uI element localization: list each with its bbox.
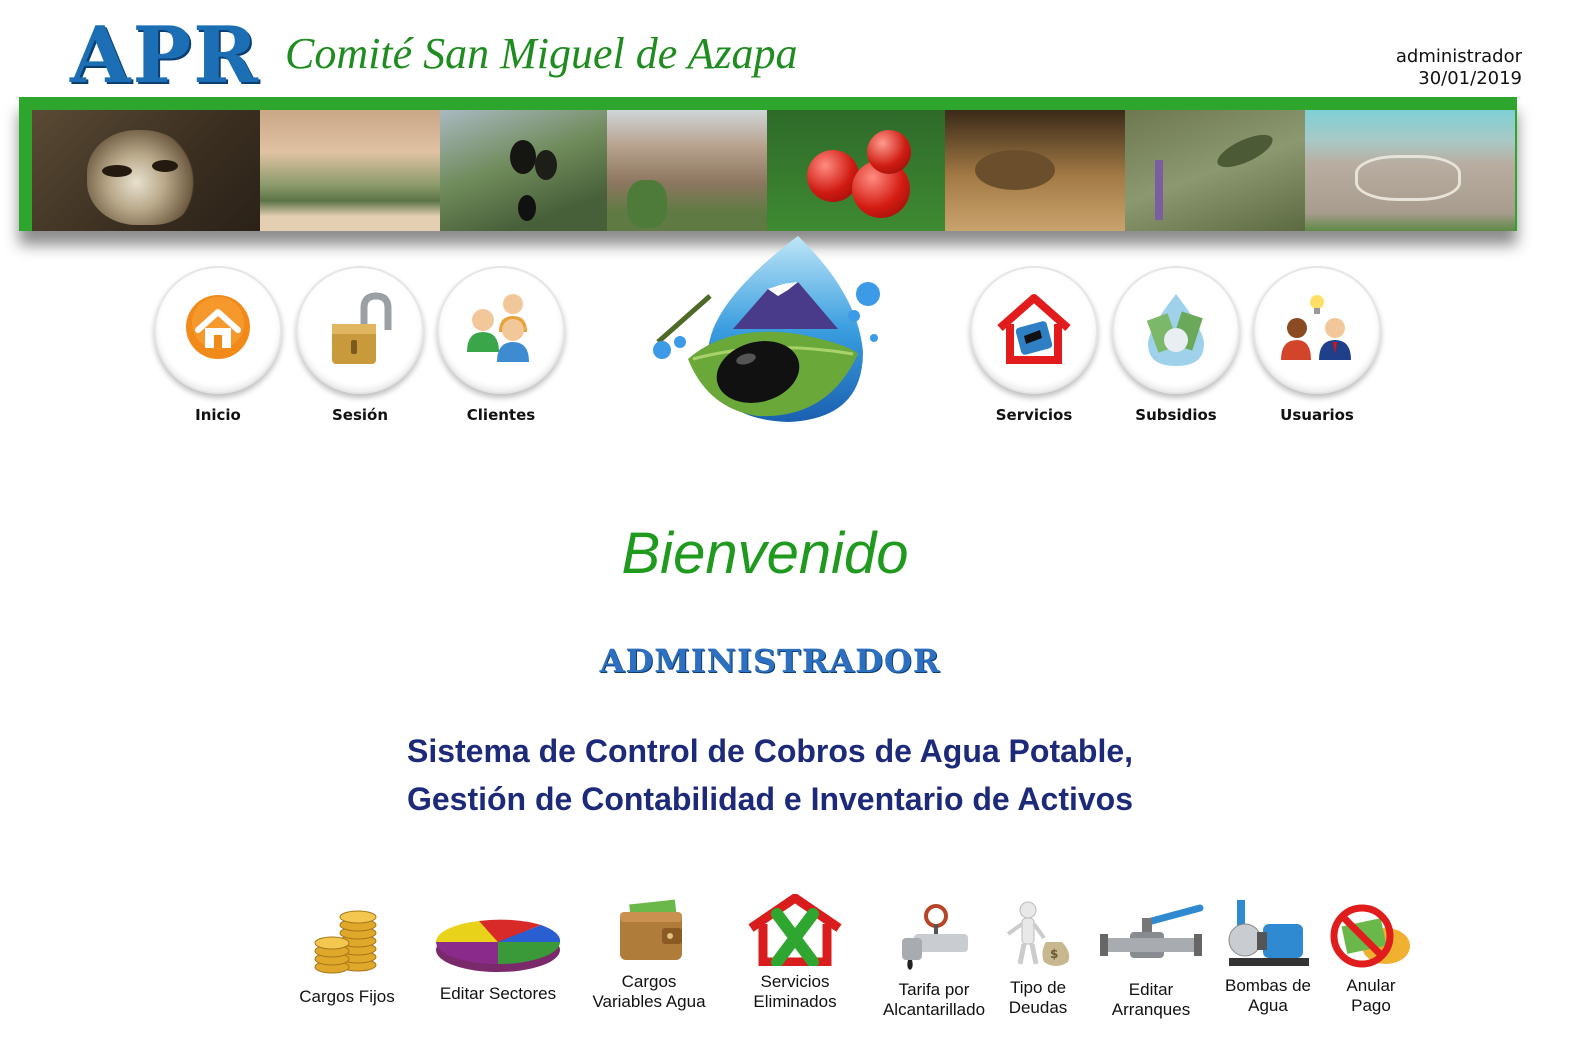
tool-tarifa-alcantarillado-text: Tarifa por Alcantarillado xyxy=(882,980,986,1019)
tool-editar-arranques-text: Editar Arranques xyxy=(1111,980,1191,1019)
hummingbird-photo xyxy=(1125,110,1305,231)
tool-servicios-eliminados-label: Servicios Eliminados xyxy=(740,972,850,1012)
nav-usuarios-circle[interactable] xyxy=(1253,266,1381,394)
home-icon xyxy=(186,295,250,359)
tool-bombas-agua-text: Bombas de Agua xyxy=(1225,976,1311,1015)
coins-icon xyxy=(314,910,377,974)
welcome-heading: Bienvenido xyxy=(621,521,909,586)
tomatoes-photo xyxy=(767,110,945,231)
tool-servicios-eliminados-text: Servicios Eliminados xyxy=(753,972,837,1011)
nav-servicios[interactable]: Servicios xyxy=(964,266,1104,424)
tool-anular-pago[interactable]: Anular Pago xyxy=(1324,900,1418,1016)
valley-photo xyxy=(260,110,440,231)
user-info: administrador 30/01/2019 xyxy=(1396,46,1522,90)
current-date: 30/01/2019 xyxy=(1418,68,1522,89)
tool-cargos-variables[interactable]: Cargos Variables Agua xyxy=(582,896,716,1012)
tool-editar-arranques[interactable]: Editar Arranques xyxy=(1096,904,1206,1020)
nav-subsidios-label: Subsidios xyxy=(1135,406,1217,424)
tool-editar-arranques-label: Editar Arranques xyxy=(1096,980,1206,1020)
padlock-icon xyxy=(332,292,392,364)
tool-bombas-agua-label: Bombas de Agua xyxy=(1218,976,1318,1016)
user-name: administrador xyxy=(1395,46,1522,67)
tool-anular-pago-text: Anular Pago xyxy=(1346,976,1396,1015)
apr-logo: APR xyxy=(70,10,260,101)
tool-anular-pago-label: Anular Pago xyxy=(1324,976,1418,1016)
tool-cargos-fijos[interactable]: Cargos Fijos xyxy=(292,905,402,1007)
tool-tarifa-alcantarillado[interactable]: Tarifa por Alcantarillado xyxy=(878,904,990,1020)
nav-servicios-circle[interactable] xyxy=(970,266,1098,394)
house-service-icon xyxy=(997,294,1071,364)
system-line-1: Sistema de Control de Cobros de Agua Pot… xyxy=(406,733,1134,769)
nav-clientes[interactable]: Clientes xyxy=(431,266,571,424)
geoglyph-photo xyxy=(1305,110,1515,231)
tool-editar-sectores-label: Editar Sectores xyxy=(439,984,557,1003)
users-idea-icon xyxy=(1281,295,1351,360)
house-x-icon xyxy=(748,894,842,966)
nav-clientes-label: Clientes xyxy=(466,406,536,424)
tool-bombas-agua[interactable]: Bombas de Agua xyxy=(1218,896,1318,1016)
hill-cactus-photo xyxy=(607,110,767,231)
nav-sesion-circle[interactable] xyxy=(296,266,424,394)
tool-cargos-variables-text: Cargos Variables Agua xyxy=(592,972,706,1011)
wallet-icon xyxy=(620,899,682,960)
valve-icon xyxy=(1100,904,1204,958)
water-drop-olive-logo xyxy=(653,236,880,422)
sewer-pipe-icon xyxy=(902,904,968,970)
people-icon xyxy=(467,294,529,362)
nav-subsidios-circle[interactable] xyxy=(1112,266,1240,394)
water-pump-icon xyxy=(1228,900,1309,966)
nav-inicio-label: Inicio xyxy=(195,406,241,424)
photo-banner xyxy=(19,97,1517,231)
tool-servicios-eliminados[interactable]: Servicios Eliminados xyxy=(740,894,850,1012)
svg-text:$: $ xyxy=(1050,947,1058,961)
nav-sesion[interactable]: Sesión xyxy=(290,266,430,424)
pie-chart-icon xyxy=(435,919,561,972)
nav-usuarios-label: Usuarios xyxy=(1280,406,1354,424)
nav-subsidios[interactable]: Subsidios xyxy=(1106,266,1246,424)
nav-clientes-circle[interactable] xyxy=(437,266,565,394)
system-line-2: Gestión de Contabilidad e Inventario de … xyxy=(406,781,1134,817)
nav-inicio[interactable]: Inicio xyxy=(148,266,288,424)
tool-cargos-variables-label: Cargos Variables Agua xyxy=(582,972,716,1012)
role-heading: ADMINISTRADOR xyxy=(599,642,941,680)
hands-crafts-photo xyxy=(945,110,1125,231)
tool-tipo-deudas-label: Tipo de Deudas xyxy=(995,978,1081,1018)
tool-tarifa-alcantarillado-label: Tarifa por Alcantarillado xyxy=(878,980,990,1020)
nav-servicios-label: Servicios xyxy=(995,406,1073,424)
nav-inicio-circle[interactable] xyxy=(154,266,282,394)
system-description: Sistema de Control de Cobros de Agua Pot… xyxy=(0,727,1540,823)
water-drop-money-icon xyxy=(1146,294,1204,366)
nav-usuarios[interactable]: Usuarios xyxy=(1247,266,1387,424)
tool-cargos-fijos-label: Cargos Fijos xyxy=(299,987,395,1006)
tool-editar-sectores[interactable]: Editar Sectores xyxy=(428,908,568,1004)
no-money-icon xyxy=(1330,904,1410,968)
person-money-bag-icon: $ xyxy=(1006,901,1070,966)
site-title: Comité San Miguel de Azapa xyxy=(285,29,798,78)
tool-tipo-deudas[interactable]: $ Tipo de Deudas xyxy=(995,900,1081,1018)
olives-photo xyxy=(440,110,607,231)
nav-sesion-label: Sesión xyxy=(331,406,389,424)
mummy-photo xyxy=(32,110,260,231)
tool-tipo-deudas-text: Tipo de Deudas xyxy=(1008,978,1068,1017)
